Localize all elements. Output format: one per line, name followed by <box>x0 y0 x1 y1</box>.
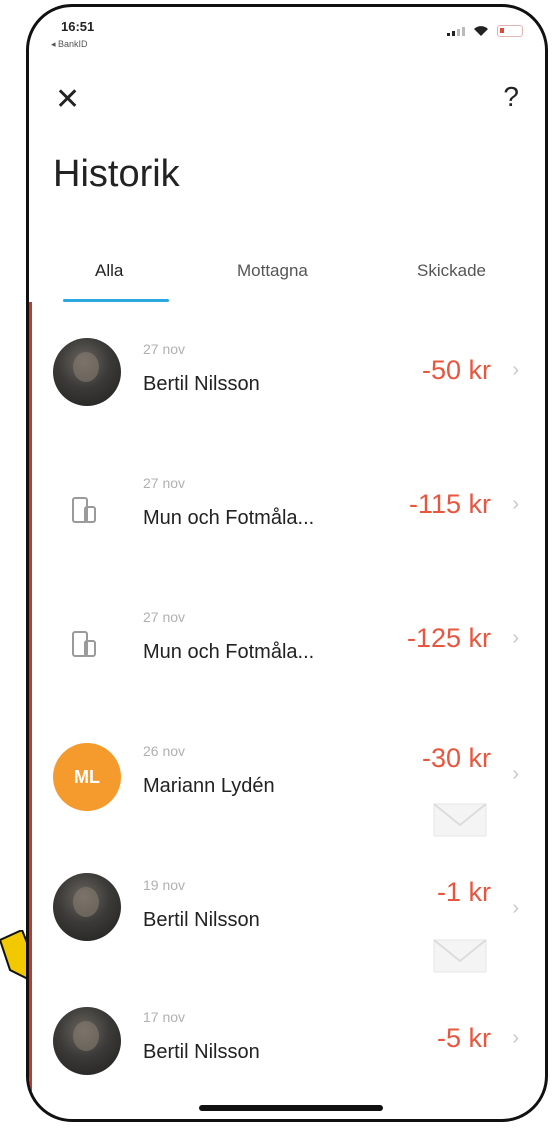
status-time: 16:51 <box>61 19 95 34</box>
tab-sent[interactable]: Skickade <box>417 261 486 281</box>
phone-icon <box>72 497 96 523</box>
transaction-name: Mun och Fotmåla... <box>143 641 315 663</box>
chevron-right-icon: › <box>512 897 519 919</box>
chevron-right-icon: › <box>512 493 519 515</box>
transaction-date: 27 nov <box>143 341 186 357</box>
transaction-amount: -115 kr <box>408 489 491 519</box>
transaction-amount: -1 kr <box>437 877 491 907</box>
transaction-name: Bertil Nilsson <box>143 373 260 395</box>
transaction-date: 19 nov <box>143 877 186 893</box>
transaction-amount: -125 kr <box>406 623 491 653</box>
avatar <box>53 873 121 941</box>
message-envelope-icon <box>433 803 487 837</box>
battery-icon <box>497 25 523 37</box>
transaction-row[interactable]: 27 nov Mun och Fotmåla... -125 kr › <box>29 579 545 709</box>
chevron-right-icon: › <box>512 763 519 785</box>
avatar: ML <box>53 743 121 811</box>
tab-bar: Alla Mottagna Skickade <box>29 257 545 307</box>
transaction-row[interactable]: 17 nov Bertil Nilsson -5 kr › <box>29 981 545 1111</box>
avatar <box>53 338 121 406</box>
transaction-row[interactable]: 27 nov Bertil Nilsson -50 kr › <box>29 311 545 441</box>
help-icon[interactable]: ? <box>503 81 519 113</box>
wifi-icon <box>474 26 488 36</box>
transaction-date: 26 nov <box>143 743 186 759</box>
transaction-date: 27 nov <box>143 609 186 625</box>
page-title: Historik <box>53 153 180 195</box>
tab-all[interactable]: Alla <box>95 261 123 281</box>
transaction-amount: -5 kr <box>437 1023 491 1053</box>
chevron-right-icon: › <box>512 627 519 649</box>
transaction-name: Bertil Nilsson <box>143 1041 260 1063</box>
phone-frame: 16:51 ◂ BankID ✕ ? Historik Alla Mottagn… <box>26 4 548 1122</box>
transaction-row[interactable]: 19 nov Bertil Nilsson -1 kr › <box>29 847 545 977</box>
message-envelope-icon <box>433 939 487 973</box>
transaction-name: Mariann Lydén <box>143 775 275 797</box>
signal-icon <box>447 26 465 36</box>
transaction-amount: -30 kr <box>421 743 491 773</box>
transaction-row[interactable]: ML 26 nov Mariann Lydén -30 kr › <box>29 713 545 843</box>
tab-received[interactable]: Mottagna <box>237 261 308 281</box>
transaction-date: 17 nov <box>143 1009 186 1025</box>
chevron-right-icon: › <box>512 1027 519 1049</box>
close-icon[interactable]: ✕ <box>55 83 89 117</box>
transaction-name: Bertil Nilsson <box>143 909 260 931</box>
chevron-right-icon: › <box>512 359 519 381</box>
avatar <box>53 1007 121 1075</box>
home-indicator[interactable] <box>199 1105 383 1111</box>
transaction-row[interactable]: 27 nov Mun och Fotmåla... -115 kr › <box>29 445 545 575</box>
back-to-app-link[interactable]: ◂ BankID <box>51 39 88 50</box>
transaction-date: 27 nov <box>143 475 186 491</box>
status-icons <box>447 25 523 37</box>
phone-icon <box>72 631 96 657</box>
transaction-amount: -50 kr <box>421 355 491 385</box>
active-tab-indicator <box>63 299 169 302</box>
transaction-name: Mun och Fotmåla... <box>143 507 315 529</box>
